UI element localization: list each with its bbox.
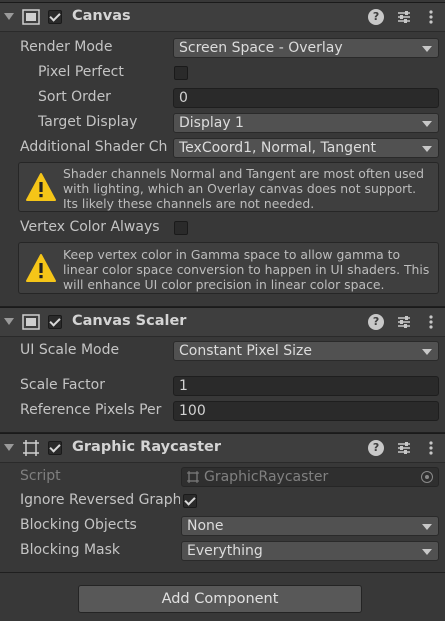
graphic-raycaster-enabled-checkbox[interactable]: [48, 441, 62, 455]
graphic-raycaster-title: Graphic Raycaster: [72, 439, 222, 455]
more-menu-icon[interactable]: [423, 314, 439, 330]
blocking-objects-value: None: [187, 518, 224, 534]
ui-scale-mode-value: Constant Pixel Size: [179, 343, 312, 359]
canvas-scaler-icon: [22, 314, 40, 330]
reference-pixels-input[interactable]: 100: [173, 401, 439, 421]
canvas-header[interactable]: Canvas ?: [0, 2, 445, 32]
script-row: Script GraphicRaycaster: [0, 467, 445, 489]
script-value: GraphicRaycaster: [204, 469, 329, 485]
target-display-label: Target Display: [38, 114, 138, 130]
pixel-perfect-checkbox[interactable]: [174, 66, 188, 80]
script-label: Script: [20, 468, 61, 484]
blocking-objects-row: Blocking Objects None: [0, 516, 445, 538]
ignore-reversed-label: Ignore Reversed Graph: [20, 492, 180, 508]
graphic-raycaster-foldout-arrow[interactable]: [4, 444, 14, 451]
pixel-perfect-row: Pixel Perfect: [0, 63, 445, 85]
warning-icon: [26, 254, 56, 282]
reference-pixels-label: Reference Pixels Per: [20, 402, 162, 418]
sort-order-input[interactable]: 0: [173, 88, 439, 108]
chevron-down-icon: [422, 524, 432, 530]
sort-order-label: Sort Order: [38, 89, 111, 105]
script-icon: [187, 471, 199, 483]
additional-shader-label: Additional Shader Ch: [20, 139, 168, 155]
canvas-scaler-title: Canvas Scaler: [72, 313, 187, 329]
vertex-color-checkbox[interactable]: [174, 221, 188, 235]
ignore-reversed-checkbox[interactable]: [183, 494, 197, 508]
vertex-color-warning-text: Keep vertex color in Gamma space to allo…: [63, 247, 430, 292]
divider: [0, 572, 445, 573]
chevron-down-icon: [422, 46, 432, 52]
additional-shader-dropdown[interactable]: TexCoord1, Normal, Tangent: [173, 138, 439, 158]
script-field: GraphicRaycaster: [181, 467, 439, 487]
vertex-color-row: Vertex Color Always: [0, 218, 445, 240]
shader-channels-warning: Shader channels Normal and Tangent are m…: [18, 162, 439, 212]
ui-scale-mode-label: UI Scale Mode: [20, 342, 120, 358]
ui-scale-mode-dropdown[interactable]: Constant Pixel Size: [173, 341, 439, 361]
ui-scale-mode-row: UI Scale Mode Constant Pixel Size: [0, 341, 445, 363]
render-mode-row: Render Mode Screen Space - Overlay: [0, 38, 445, 60]
help-icon[interactable]: ?: [368, 9, 385, 25]
more-menu-icon[interactable]: [423, 9, 439, 25]
canvas-component-icon: [22, 9, 40, 25]
additional-shader-value: TexCoord1, Normal, Tangent: [179, 140, 377, 156]
scale-factor-label: Scale Factor: [20, 377, 105, 393]
chevron-down-icon: [422, 549, 432, 555]
additional-shader-row: Additional Shader Ch TexCoord1, Normal, …: [0, 138, 445, 160]
canvas-title: Canvas: [72, 8, 131, 24]
ignore-reversed-row: Ignore Reversed Graph: [0, 491, 445, 513]
help-icon[interactable]: ?: [368, 314, 385, 330]
target-display-row: Target Display Display 1: [0, 113, 445, 135]
sort-order-row: Sort Order 0: [0, 88, 445, 110]
scale-factor-input[interactable]: 1: [173, 376, 439, 396]
canvas-foldout-arrow[interactable]: [4, 13, 14, 20]
object-picker-icon[interactable]: [421, 471, 433, 483]
blocking-objects-label: Blocking Objects: [20, 517, 137, 533]
render-mode-dropdown[interactable]: Screen Space - Overlay: [173, 38, 439, 58]
chevron-down-icon: [422, 349, 432, 355]
graphic-raycaster-icon: [23, 440, 39, 456]
pixel-perfect-label: Pixel Perfect: [38, 64, 124, 80]
canvas-scaler-foldout-arrow[interactable]: [4, 318, 14, 325]
render-mode-label: Render Mode: [20, 39, 113, 55]
canvas-scaler-enabled-checkbox[interactable]: [48, 315, 62, 329]
blocking-mask-dropdown[interactable]: Everything: [181, 541, 439, 561]
vertex-color-warning: Keep vertex color in Gamma space to allo…: [18, 242, 439, 294]
add-component-button[interactable]: Add Component: [78, 585, 362, 613]
reference-pixels-row: Reference Pixels Per 100: [0, 401, 445, 423]
target-display-value: Display 1: [179, 115, 244, 131]
warning-icon: [26, 173, 56, 201]
chevron-down-icon: [422, 121, 432, 127]
canvas-enabled-checkbox[interactable]: [48, 10, 62, 24]
presets-icon[interactable]: [396, 9, 412, 25]
blocking-mask-row: Blocking Mask Everything: [0, 541, 445, 563]
help-icon[interactable]: ?: [368, 440, 385, 456]
presets-icon[interactable]: [396, 440, 412, 456]
presets-icon[interactable]: [396, 314, 412, 330]
blocking-mask-value: Everything: [187, 543, 263, 559]
shader-channels-warning-text: Shader channels Normal and Tangent are m…: [63, 166, 425, 211]
canvas-scaler-header[interactable]: Canvas Scaler ?: [0, 307, 445, 337]
vertex-color-label: Vertex Color Always: [20, 219, 160, 235]
scale-factor-row: Scale Factor 1: [0, 376, 445, 398]
render-mode-value: Screen Space - Overlay: [179, 40, 343, 56]
more-menu-icon[interactable]: [423, 440, 439, 456]
chevron-down-icon: [422, 146, 432, 152]
target-display-dropdown[interactable]: Display 1: [173, 113, 439, 133]
graphic-raycaster-header[interactable]: Graphic Raycaster ?: [0, 433, 445, 463]
blocking-objects-dropdown[interactable]: None: [181, 516, 439, 536]
blocking-mask-label: Blocking Mask: [20, 542, 121, 558]
